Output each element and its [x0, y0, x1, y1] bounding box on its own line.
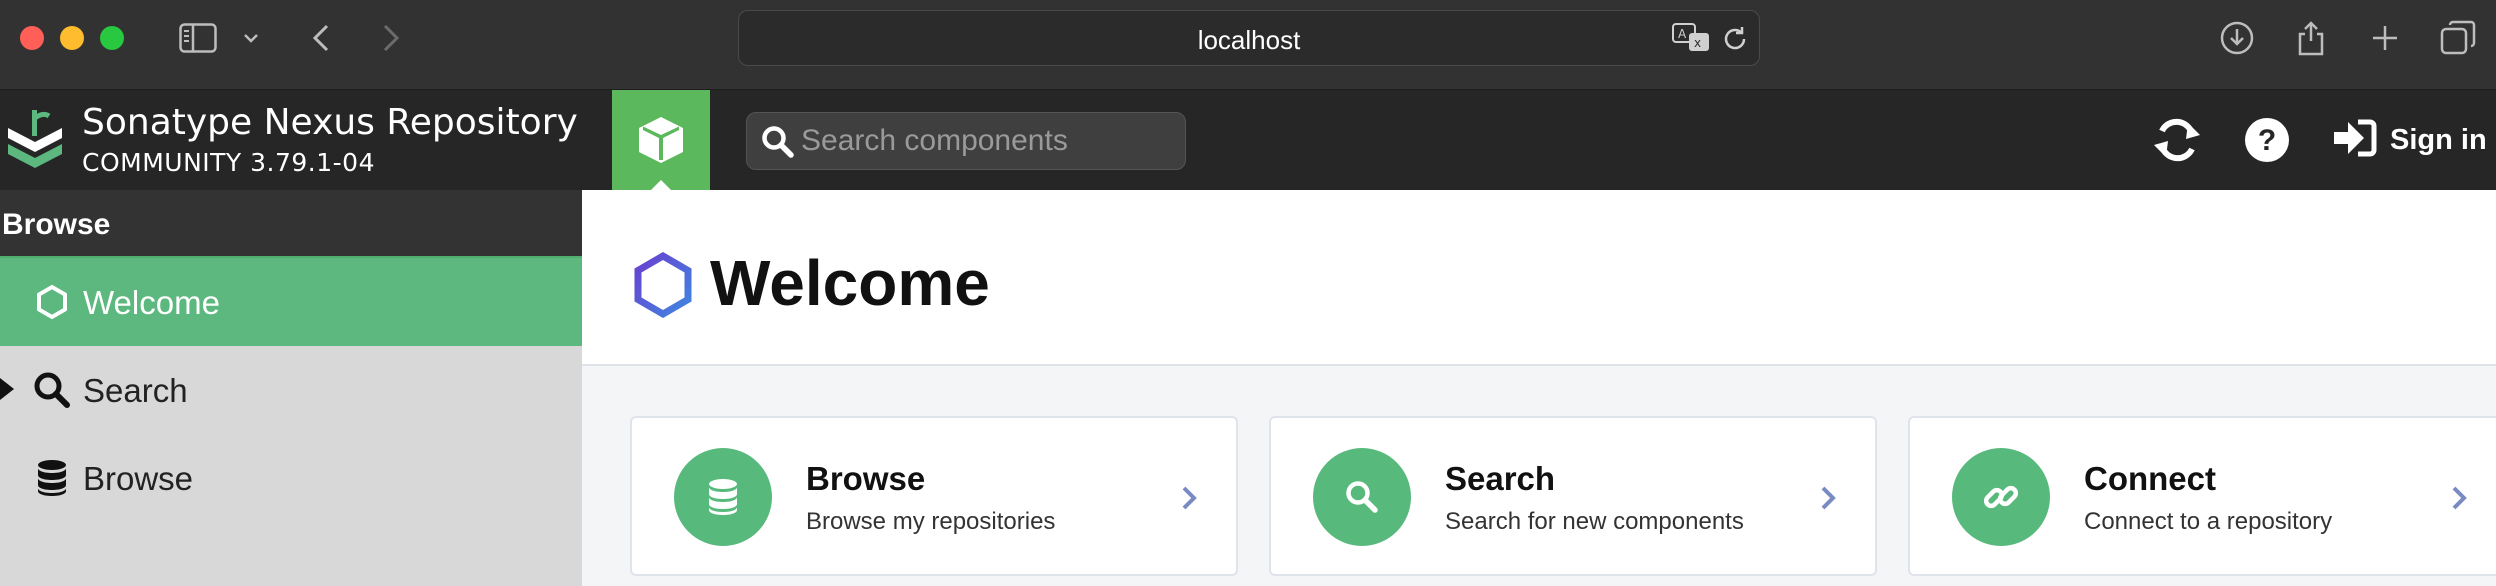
sign-in-label: Sign in [2390, 123, 2487, 156]
browse-card[interactable]: Browse Browse my repositories [630, 416, 1238, 576]
card-subtitle: Browse my repositories [806, 508, 1056, 535]
card-title: Search [1445, 460, 1556, 497]
minimize-window-button[interactable] [60, 26, 84, 50]
sidebar-item-browse[interactable]: Browse [0, 434, 582, 522]
search-icon [1313, 448, 1411, 546]
chevron-right-icon [2450, 484, 2468, 517]
connect-card[interactable]: Connect Connect to a repository [1908, 416, 2496, 576]
search-icon [32, 370, 72, 410]
card-subtitle: Search for new components [1445, 508, 1744, 535]
sonatype-logo-icon[interactable] [4, 108, 66, 177]
back-arrow-icon[interactable] [306, 18, 336, 58]
translate-icon[interactable]: Ax [1672, 23, 1712, 58]
sidebar-item-label: Welcome [83, 284, 220, 321]
cube-icon [639, 117, 683, 163]
search-card[interactable]: Search Search for new components [1269, 416, 1877, 576]
app-header: Sonatype Nexus Repository COMMUNITY 3.79… [0, 90, 2496, 190]
search-components-input[interactable] [801, 121, 1171, 161]
hexagon-icon [632, 251, 694, 323]
page-title: Welcome [710, 247, 990, 319]
svg-text:A: A [1678, 27, 1687, 41]
sidebar: Browse Welcome Search Browse [0, 190, 582, 586]
chevron-right-icon [1180, 484, 1198, 517]
brand-edition: COMMUNITY 3.79.1-04 [82, 148, 375, 177]
address-bar[interactable]: localhost Ax [738, 10, 1760, 66]
brand-title: Sonatype Nexus Repository [82, 102, 578, 143]
sidebar-item-search[interactable]: Search [0, 346, 582, 434]
share-icon[interactable] [2292, 18, 2330, 58]
main-content: Welcome Browse Browse my repositories Se… [582, 190, 2496, 586]
close-window-button[interactable] [20, 26, 44, 50]
forward-arrow-icon[interactable] [376, 18, 406, 58]
svg-text:x: x [1694, 36, 1701, 50]
expand-arrow-icon[interactable] [0, 378, 14, 400]
downloads-icon[interactable] [2218, 18, 2256, 58]
browse-mode-button[interactable] [612, 90, 710, 190]
link-icon [1952, 448, 2050, 546]
database-icon [32, 458, 72, 498]
sidebar-header: Browse [0, 190, 582, 258]
chevron-right-icon [1819, 484, 1837, 517]
sidebar-item-label: Browse [83, 460, 194, 497]
search-icon [761, 125, 795, 164]
card-title: Connect [2084, 460, 2216, 497]
sign-in-button[interactable]: Sign in [2332, 112, 2487, 168]
sidebar-item-welcome[interactable]: Welcome [0, 258, 582, 346]
help-icon[interactable]: ? [2244, 112, 2290, 168]
svg-text:?: ? [2258, 124, 2276, 157]
sign-in-icon [2332, 118, 2378, 163]
url-text: localhost [1197, 25, 1301, 55]
sidebar-toggle-icon[interactable] [176, 18, 220, 58]
reload-icon[interactable] [1721, 25, 1749, 58]
maximize-window-button[interactable] [100, 26, 124, 50]
tab-overview-icon[interactable] [2438, 18, 2478, 58]
browser-toolbar: localhost Ax [0, 0, 2496, 90]
hexagon-icon [32, 282, 72, 322]
card-subtitle: Connect to a repository [2084, 508, 2333, 535]
welcome-banner: Welcome [582, 190, 2496, 366]
refresh-icon[interactable] [2152, 112, 2202, 168]
search-components-box[interactable] [746, 112, 1186, 170]
card-title: Browse [806, 460, 926, 497]
new-tab-icon[interactable] [2366, 18, 2404, 58]
sidebar-item-label: Search [83, 372, 188, 409]
chevron-down-icon[interactable] [238, 18, 264, 58]
database-icon [674, 448, 772, 546]
sidebar-title: Browse [2, 208, 111, 241]
